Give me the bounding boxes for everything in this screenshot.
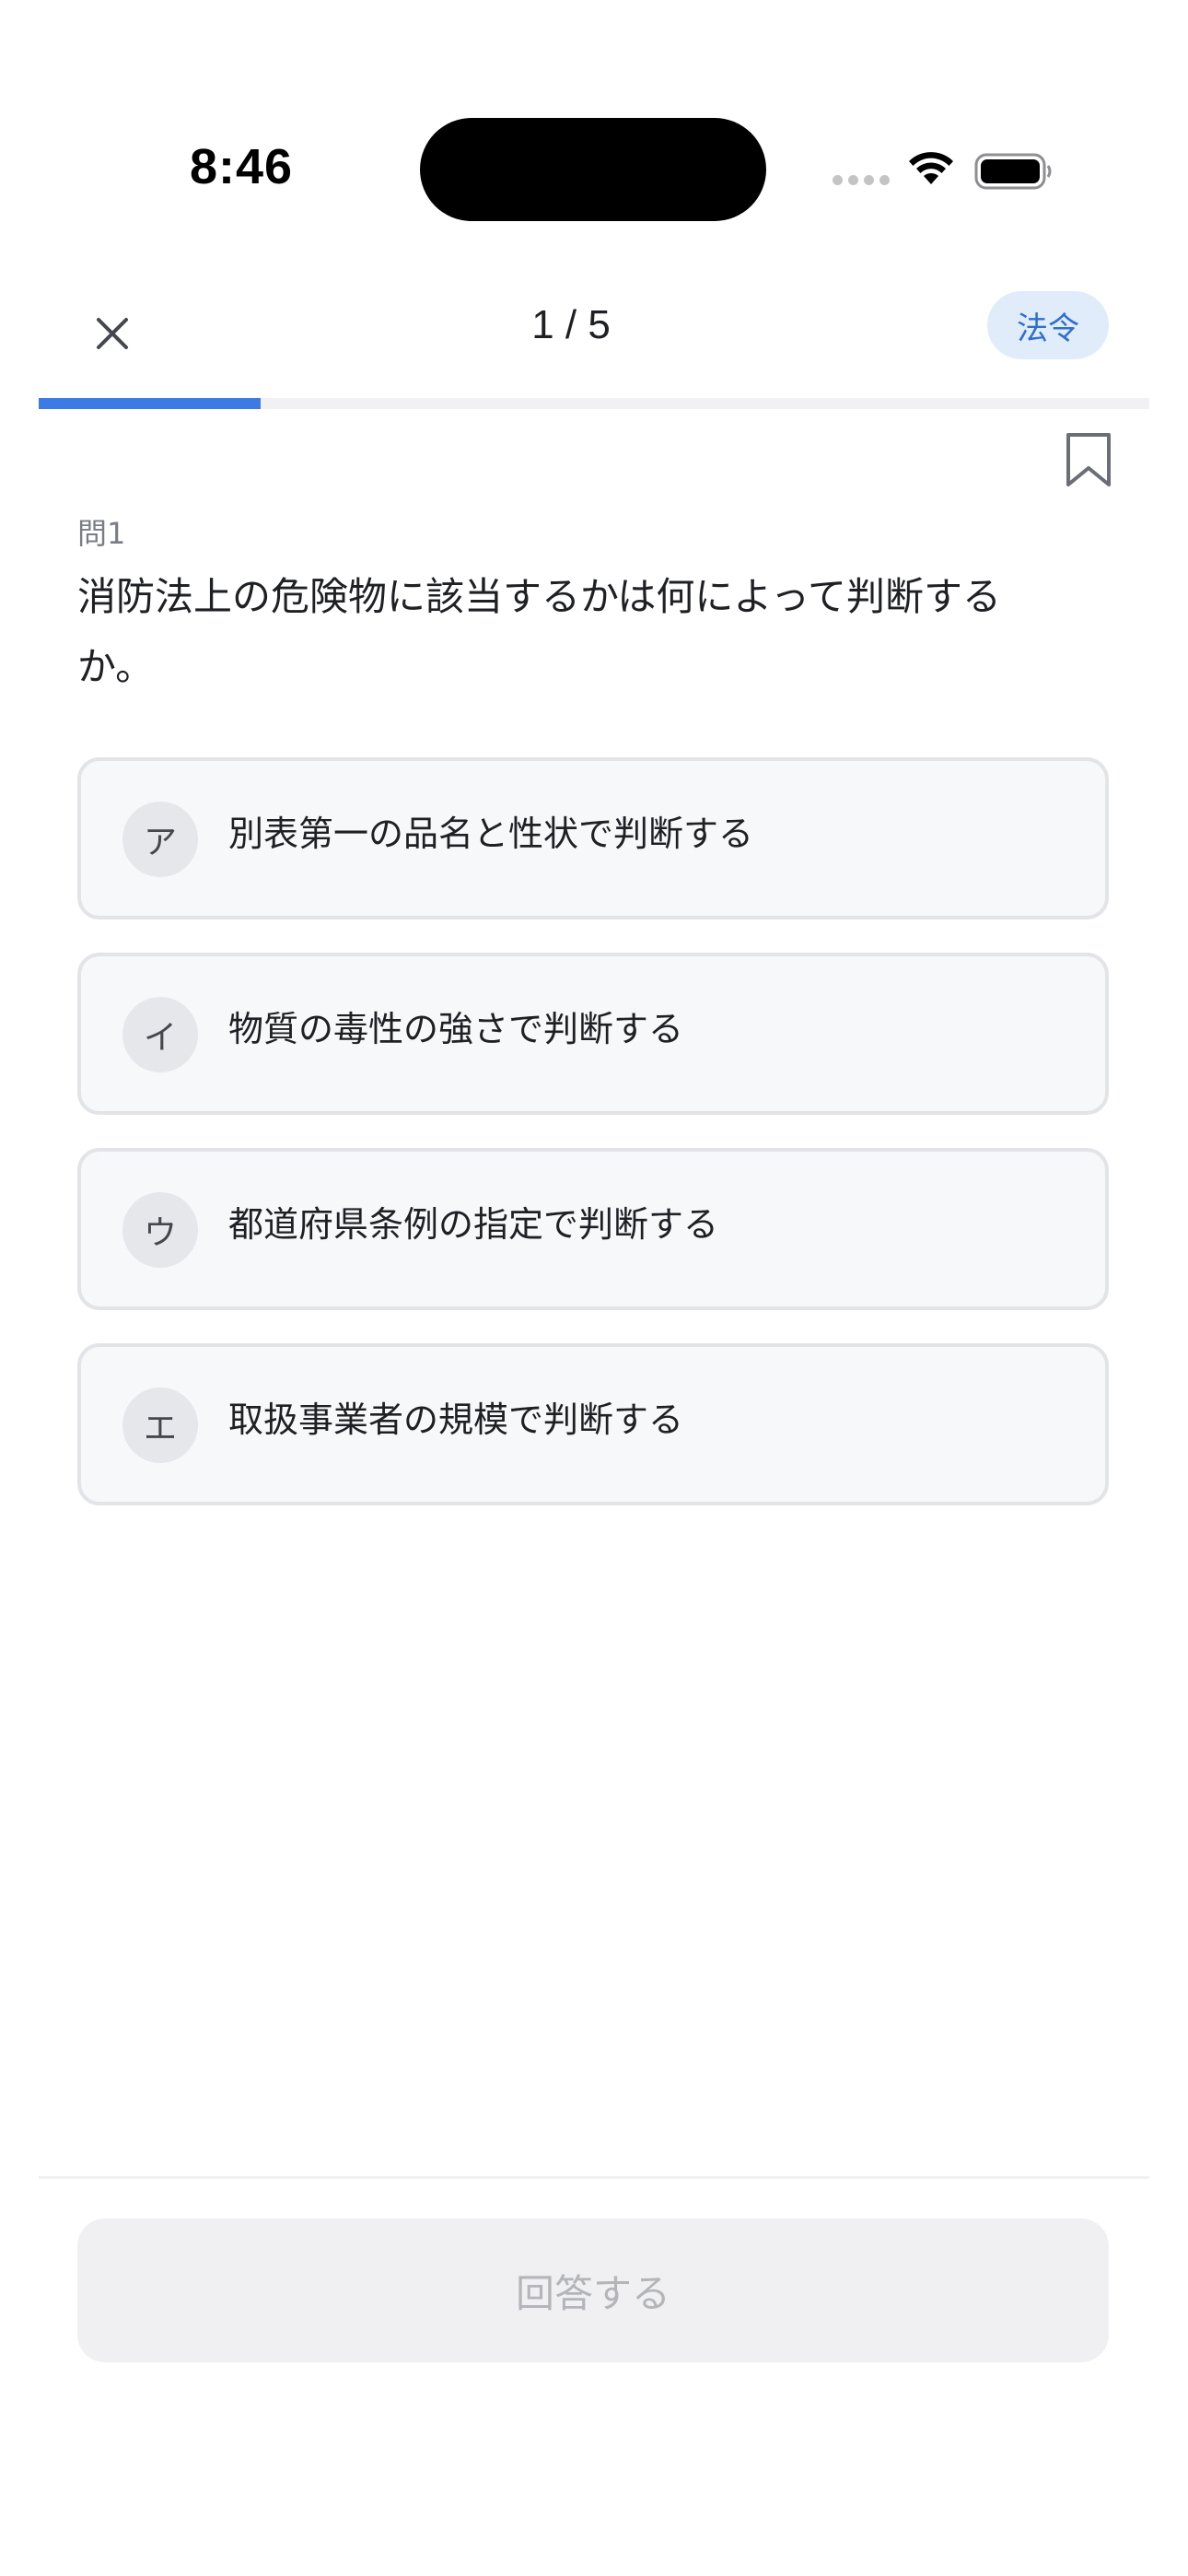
option-text: 取扱事業者の規模で判断する — [228, 1399, 684, 1440]
option-i[interactable]: イ 物質の毒性の強さで判断する — [77, 953, 1109, 1115]
progress-bar — [39, 398, 1149, 409]
option-letter: ウ — [122, 1192, 198, 1268]
option-u[interactable]: ウ 都道府県条例の指定で判断する — [77, 1148, 1109, 1310]
question-text: 消防法上の危険物に該当するかは何によって判断するか。 — [77, 574, 1001, 689]
status-bar: 8:46 — [0, 0, 1188, 230]
option-e[interactable]: エ 取扱事業者の規模で判断する — [77, 1343, 1109, 1505]
battery-icon — [974, 153, 1052, 190]
option-letter: ア — [122, 802, 198, 877]
question-number: 問1 — [77, 516, 126, 551]
option-letter: イ — [122, 997, 198, 1072]
option-text: 別表第一の品名と性状で判断する — [228, 814, 754, 854]
status-time: 8:46 — [190, 139, 294, 194]
option-text: 都道府県条例の指定で判断する — [228, 1204, 719, 1245]
wifi-icon — [909, 152, 953, 184]
answer-options: ア 別表第一の品名と性状で判断する イ 物質の毒性の強さで判断する ウ 都道府県… — [77, 757, 1109, 1539]
footer-divider — [39, 2176, 1149, 2179]
dynamic-island — [420, 118, 766, 221]
option-letter: エ — [122, 1388, 198, 1463]
question-counter: 1 / 5 — [531, 302, 611, 347]
option-text: 物質の毒性の強さで判断する — [228, 1009, 684, 1049]
bookmark-icon — [1066, 433, 1111, 486]
quiz-header: 1 / 5 法令 — [0, 276, 1188, 369]
progress-fill — [39, 398, 262, 409]
submit-answer-button[interactable]: 回答する — [77, 2219, 1109, 2362]
option-a[interactable]: ア 別表第一の品名と性状で判断する — [77, 757, 1109, 919]
category-badge: 法令 — [987, 291, 1109, 359]
cellular-signal-icon — [833, 175, 890, 185]
bookmark-button[interactable] — [1063, 431, 1114, 488]
